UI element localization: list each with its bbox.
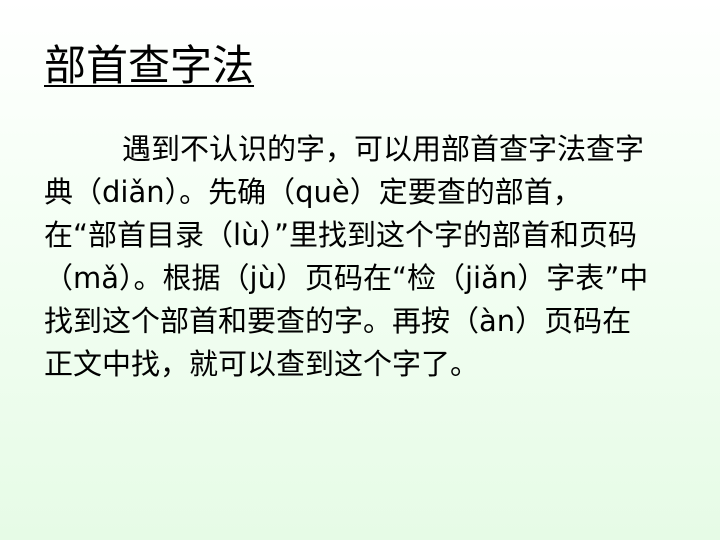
slide: 部首查字法 遇到不认识的字，可以用部首查字法查字典（diǎn）。先确（què）定…: [0, 0, 720, 540]
slide-body-paragraph: 遇到不认识的字，可以用部首查字法查字典（diǎn）。先确（què）定要查的部首，…: [44, 132, 649, 381]
slide-title: 部首查字法: [44, 41, 255, 90]
